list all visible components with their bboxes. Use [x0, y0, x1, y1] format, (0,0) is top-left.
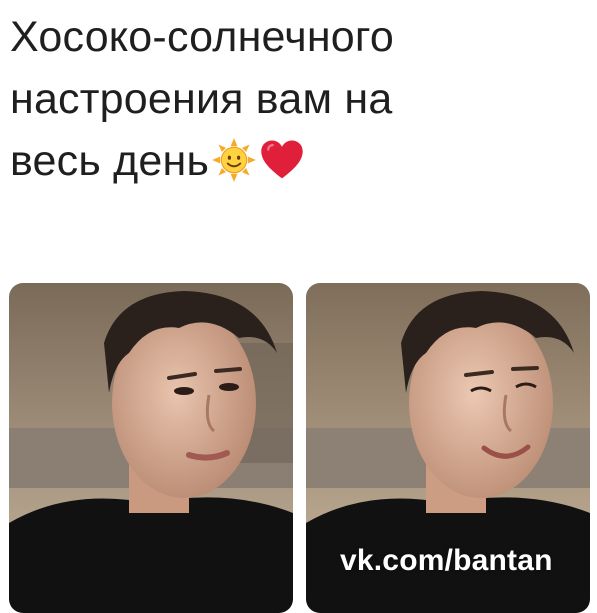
watermark-text: vk.com/bantan — [340, 544, 553, 577]
photo-left[interactable] — [9, 283, 293, 613]
portrait-neutral-image — [9, 283, 293, 613]
post-text: Хосоко-солнечного настроения вам на весь… — [10, 6, 570, 192]
post-text-line-2: настроения вам на — [10, 75, 393, 123]
post-text-line-3: весь день — [10, 130, 570, 192]
post-text-line-3-text: весь день — [10, 137, 210, 185]
post-text-line-1: Хосоко-солнечного — [10, 13, 394, 61]
sun-with-face-icon — [212, 138, 256, 182]
red-heart-icon — [261, 140, 303, 179]
